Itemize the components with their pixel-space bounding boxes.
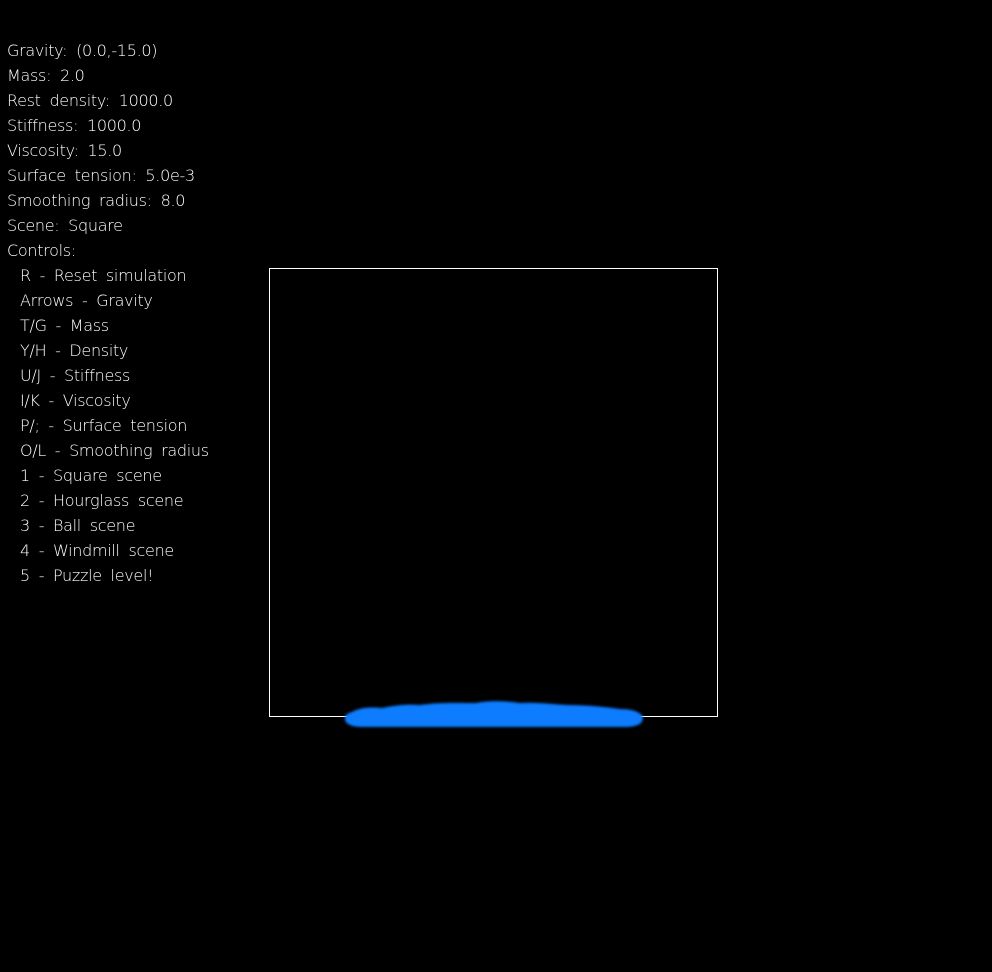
fluid-puddle [344, 701, 643, 727]
fluid-body [344, 701, 643, 727]
simulation-screen[interactable]: Gravity: (0.0,-15.0) Mass: 2.0 Rest dens… [0, 0, 992, 972]
